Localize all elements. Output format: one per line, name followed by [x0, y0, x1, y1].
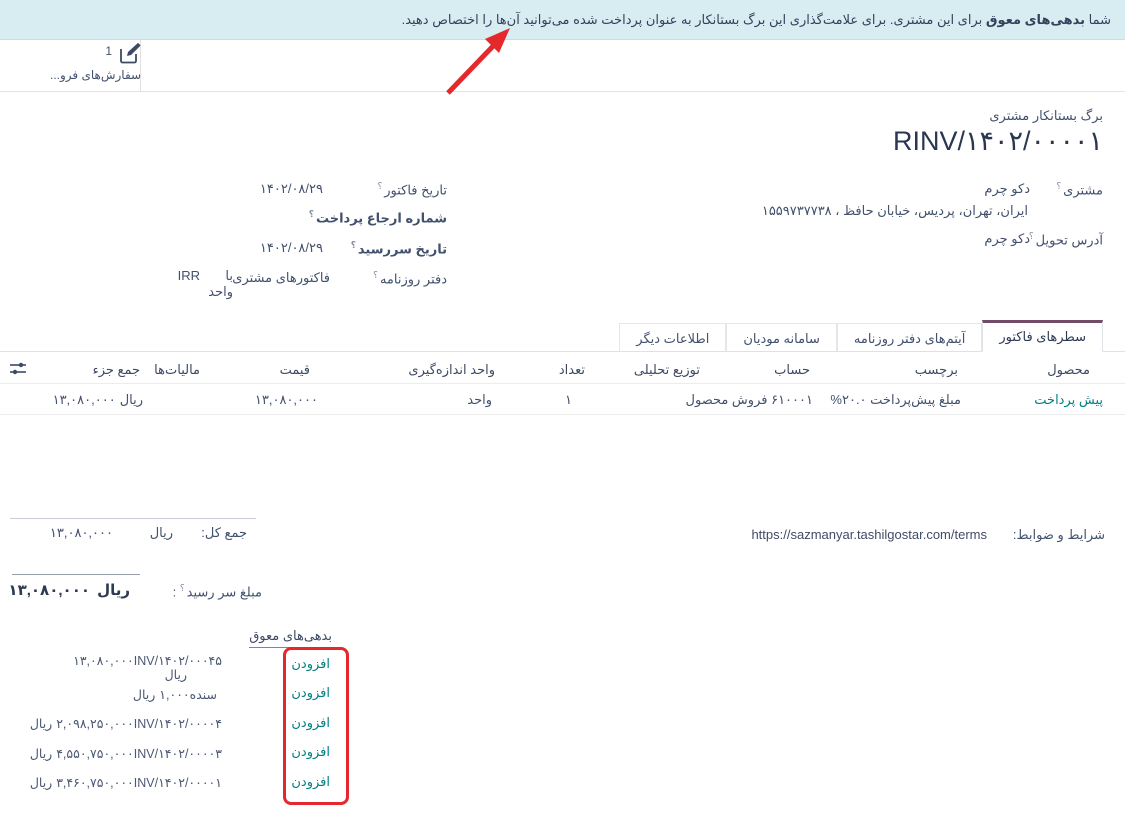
- line-price[interactable]: ۱۳,۰۸۰,۰۰۰: [255, 392, 318, 408]
- tab-bar-divider: [0, 351, 1125, 352]
- debt-currency: ریال: [30, 775, 52, 790]
- line-quantity[interactable]: ۱: [565, 392, 572, 408]
- debt-amount: ۱,۰۰۰: [159, 688, 189, 702]
- debt-currency: ریال: [30, 716, 52, 731]
- debt-ref: INV/۱۴۰۲/۰۰۰۰۴: [134, 717, 222, 731]
- debt-ref: INV/۱۴۰۲/۰۰۰۰۳: [134, 747, 222, 761]
- debt-currency: ریال: [165, 668, 187, 682]
- tab-moadian-system[interactable]: سامانه مودیان: [726, 323, 837, 352]
- credit-note-form: شما بدهی‌های معوق برای این مشتری. برای ع…: [0, 0, 1125, 821]
- banner-text-pre: شما: [1085, 12, 1111, 27]
- col-header-label: برچسب: [915, 362, 958, 378]
- col-header-account: حساب: [774, 362, 810, 378]
- help-marker: ؟: [373, 270, 378, 280]
- tab-journal-items[interactable]: آیتم‌های دفتر روزنامه: [837, 323, 982, 352]
- terms-label: شرایط و ضوابط:: [1013, 527, 1105, 543]
- invoice-date-value[interactable]: ۱۴۰۲/۰۸/۲۹: [260, 181, 323, 197]
- help-marker: ؟: [351, 240, 356, 250]
- invoice-date-label: تاریخ فاکتور؟: [377, 181, 447, 198]
- amount-due-value: ۱۳,۰۸۰,۰۰۰: [8, 581, 90, 599]
- amount-due-currency: ریال: [97, 581, 130, 599]
- total-amount: ۱۳,۰۸۰,۰۰۰: [50, 525, 113, 541]
- debt-ref: INV/۱۴۰۲/۰۰۰۴۵: [134, 654, 222, 668]
- doc-number[interactable]: RINV/۱۴۰۲/۰۰۰۰۱: [893, 126, 1103, 157]
- help-marker: ؟: [377, 181, 382, 191]
- col-header-analytic: توزیع تحلیلی: [634, 362, 700, 378]
- banner-text-bold: بدهی‌های معوق: [986, 12, 1085, 27]
- sales-orders-smart-button[interactable]: 1 سفارش‌های فرو...: [50, 43, 142, 89]
- amount-due-label: مبلغ سر رسید؟ :: [173, 583, 262, 600]
- journal-label: دفتر روزنامه؟: [373, 270, 447, 287]
- due-date-value[interactable]: ۱۴۰۲/۰۸/۲۹: [260, 240, 323, 256]
- line-label[interactable]: مبلغ پیش‌پرداخت ۲۰.۰%: [830, 392, 961, 408]
- terms-link[interactable]: https://sazmanyar.tashilgostar.com/terms: [751, 527, 987, 542]
- total-label: جمع کل:: [201, 525, 247, 541]
- col-header-quantity: تعداد: [559, 362, 585, 378]
- tab-other-info[interactable]: اطلاعات دیگر: [619, 323, 726, 352]
- journal-currency-code[interactable]: IRR: [178, 268, 200, 283]
- debt-currency: ریال: [133, 687, 155, 702]
- line-subtotal: ۱۳,۰۸۰,۰۰۰ ریال: [53, 392, 143, 408]
- line-subtotal-amount: ۱۳,۰۸۰,۰۰۰: [53, 392, 116, 408]
- outstanding-debt-row: ۱۳,۰۸۰,۰۰۰INV/۱۴۰۲/۰۰۰۴۵ ریال: [73, 654, 222, 682]
- col-header-taxes: مالیات‌ها: [154, 362, 200, 378]
- notebook-tabs: سطرهای فاکتور آیتم‌های دفتر روزنامه ساما…: [619, 321, 1103, 352]
- outstanding-debt-row: ریال ۲,۰۹۸,۲۵۰,۰۰۰INV/۱۴۰۲/۰۰۰۰۴: [30, 716, 222, 731]
- smart-button-count: 1: [105, 44, 112, 58]
- line-subtotal-currency: ریال: [120, 392, 143, 408]
- divider: [12, 574, 140, 575]
- customer-label: مشتری؟: [1056, 181, 1103, 198]
- outstanding-debt-row: ریال ۴,۵۵۰,۷۵۰,۰۰۰INV/۱۴۰۲/۰۰۰۰۳: [30, 746, 222, 761]
- debt-amount: ۲,۰۹۸,۲۵۰,۰۰۰: [56, 717, 134, 731]
- annotation-highlight-box: [283, 647, 349, 805]
- col-header-product: محصول: [1047, 362, 1090, 378]
- customer-address: ایران، تهران، پردیس، خیابان حافظ ، ۱۵۵۹۷…: [762, 203, 1028, 219]
- outstanding-debts-title: بدهی‌های معوق: [249, 628, 332, 648]
- tab-invoice-lines[interactable]: سطرهای فاکتور: [982, 320, 1103, 352]
- line-product[interactable]: پیش پرداخت: [1034, 392, 1103, 408]
- col-header-price: قیمت: [280, 362, 310, 378]
- delivery-address-label: آدرس تحویل؟: [1029, 231, 1103, 248]
- debt-ref: سنده: [190, 688, 217, 702]
- col-header-uom: واحد اندازه‌گیری: [408, 362, 495, 378]
- debt-currency: ریال: [30, 746, 52, 761]
- due-date-label: تاریخ سررسید؟: [351, 240, 447, 257]
- debt-amount: ۱۳,۰۸۰,۰۰۰: [73, 654, 134, 668]
- outstanding-debt-row: ریال ۳,۴۶۰,۷۵۰,۰۰۰INV/۱۴۰۲/۰۰۰۰۱: [30, 775, 222, 790]
- journal-value[interactable]: فاکتورهای مشتری: [232, 270, 330, 286]
- journal-currency-note: با واحد: [199, 268, 233, 300]
- col-header-subtotal: جمع جزء: [93, 362, 140, 378]
- outstanding-debt-row: ریال ۱,۰۰۰سنده: [133, 687, 217, 702]
- line-account[interactable]: ۶۱۰۰۰۱ فروش محصول: [686, 392, 813, 408]
- debt-ref: INV/۱۴۰۲/۰۰۰۰۱: [134, 776, 222, 790]
- delivery-address-value[interactable]: دکو چرم: [984, 231, 1030, 247]
- customer-value[interactable]: دکو چرم: [984, 181, 1030, 197]
- line-uom[interactable]: واحد: [467, 392, 492, 408]
- annotation-arrow: [425, 15, 535, 108]
- payment-reference-field[interactable]: [203, 209, 323, 225]
- optional-columns-icon[interactable]: [8, 360, 28, 381]
- divider: [10, 518, 256, 519]
- doc-type-label: برگ بستانکار مشتری: [989, 108, 1103, 124]
- help-marker: ؟: [1056, 181, 1061, 191]
- payment-reference-label: شماره ارجاع پرداخت؟: [309, 209, 447, 226]
- outstanding-debts-banner: شما بدهی‌های معوق برای این مشتری. برای ع…: [0, 0, 1125, 40]
- smart-button-label: سفارش‌های فرو...: [50, 68, 142, 82]
- smart-button-bar: 1 سفارش‌های فرو...: [0, 40, 1125, 92]
- divider: [0, 414, 1125, 415]
- debt-amount: ۴,۵۵۰,۷۵۰,۰۰۰: [56, 747, 134, 761]
- total-currency: ریال: [150, 525, 173, 541]
- pencil-square-icon: [118, 43, 142, 68]
- debt-amount: ۳,۴۶۰,۷۵۰,۰۰۰: [56, 776, 134, 790]
- help-marker: ؟: [180, 583, 185, 593]
